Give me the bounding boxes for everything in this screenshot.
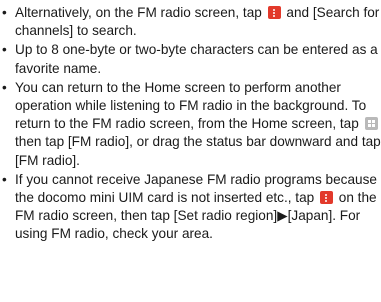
note-search-channels: • Alternatively, on the FM radio screen,…: [0, 4, 381, 40]
bullet: •: [2, 5, 7, 20]
note-text: You can return to the Home screen to per…: [15, 79, 367, 132]
note-text: Alternatively, on the FM radio screen, t…: [15, 5, 262, 20]
note-radio-region: • If you cannot receive Japanese FM radi…: [0, 171, 381, 244]
note-text: then tap [FM radio], or drag the status …: [15, 134, 381, 168]
notes-list: • Alternatively, on the FM radio screen,…: [0, 0, 381, 244]
note-background-listening: • You can return to the Home screen to p…: [0, 79, 381, 170]
note-favorite-name: • Up to 8 one-byte or two-byte character…: [0, 41, 381, 77]
menu-icon: [267, 6, 281, 19]
apps-icon: [364, 117, 378, 131]
note-text: Up to 8 one-byte or two-byte characters …: [15, 42, 378, 76]
bullet: •: [2, 171, 7, 187]
bullet: •: [2, 79, 7, 95]
bullet: •: [2, 42, 7, 58]
menu-icon: [319, 191, 333, 205]
